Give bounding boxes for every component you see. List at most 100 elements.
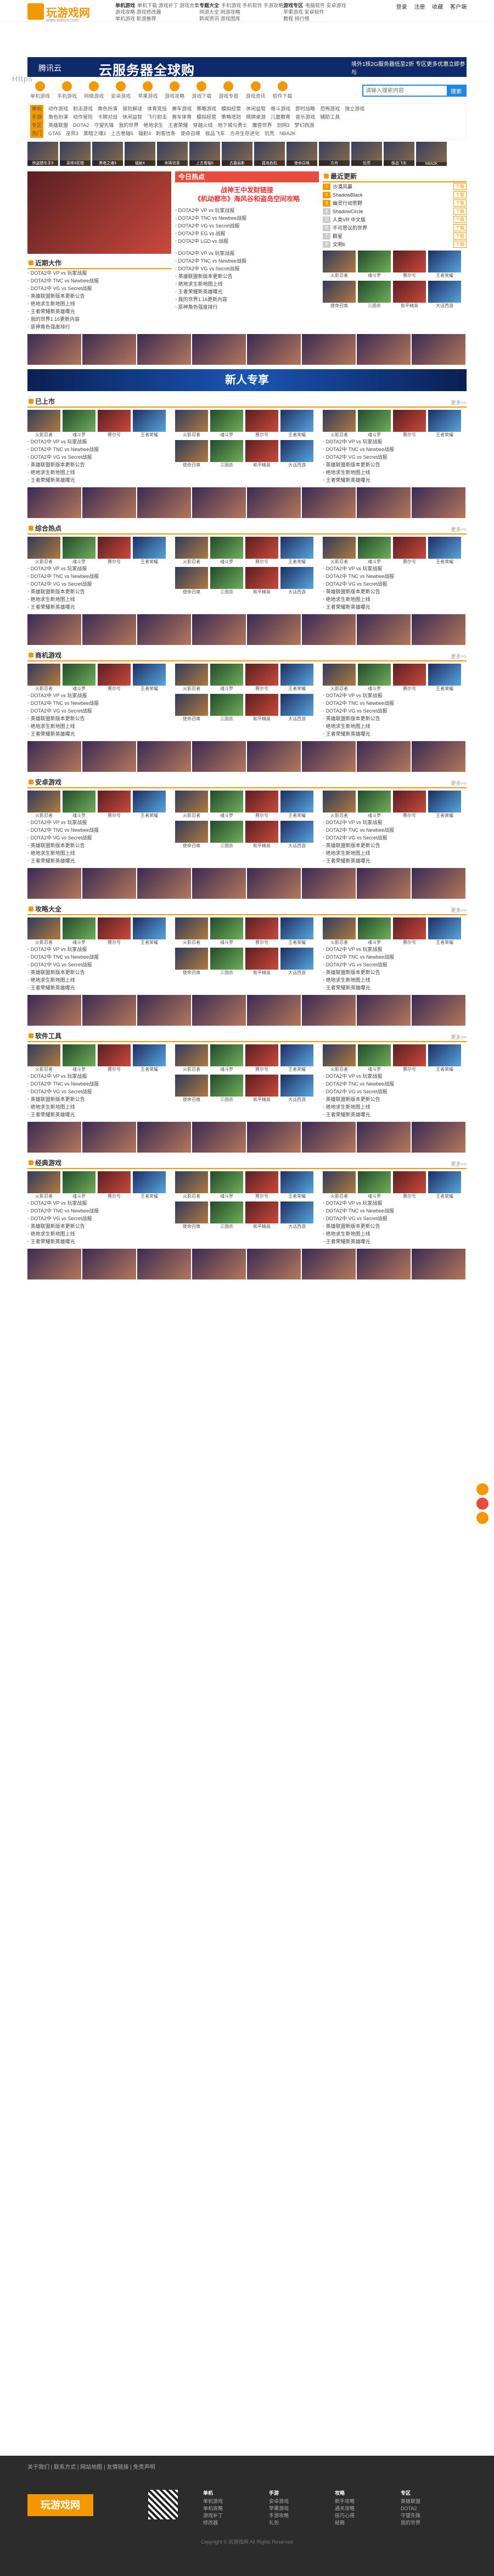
list-item[interactable]: DOTA2中 TNC vs Newbee战报 xyxy=(27,699,171,707)
category-link[interactable]: 英雄联盟 xyxy=(48,123,68,128)
category-link[interactable]: 独立游戏 xyxy=(345,106,364,112)
strip-image[interactable] xyxy=(192,1249,246,1279)
game-thumb[interactable]: 辐射4 xyxy=(125,142,155,166)
game-tile[interactable]: 王者荣耀 xyxy=(280,1044,313,1072)
game-tile[interactable]: 和平精英 xyxy=(245,1075,278,1103)
list-item[interactable]: DOTA2中 TNC vs Newbee战报 xyxy=(27,446,171,453)
game-tile[interactable]: 魂斗罗 xyxy=(358,664,391,692)
game-tile[interactable]: 魂斗罗 xyxy=(63,917,96,945)
category-link[interactable]: 赛车体育 xyxy=(172,114,192,120)
list-item[interactable]: 英雄联盟新版本更新公告 xyxy=(27,1095,171,1103)
icon-nav-item[interactable]: 单机游戏 xyxy=(27,81,53,99)
category-link[interactable]: 即时战略 xyxy=(295,106,315,112)
game-tile[interactable]: 赛尔号 xyxy=(245,410,278,438)
weibo-icon[interactable] xyxy=(476,1498,489,1510)
category-link[interactable]: 飞行射击 xyxy=(147,114,167,120)
list-item[interactable]: 绝地求生新地图上线 xyxy=(27,722,171,730)
list-item[interactable]: DOTA2中 VP vs 玩家战报 xyxy=(323,945,467,953)
game-tile[interactable]: 大话西游 xyxy=(280,1075,313,1103)
list-item[interactable]: DOTA2中 VG vs Secret战报 xyxy=(323,961,467,969)
list-item[interactable]: 王者荣耀新英雄曝光 xyxy=(27,857,171,865)
strip-image[interactable] xyxy=(27,868,81,899)
game-tile[interactable]: 火影忍者 xyxy=(175,537,208,565)
login-link[interactable]: 登录 xyxy=(396,4,407,10)
game-tile[interactable]: 魂斗罗 xyxy=(63,791,96,819)
list-item[interactable]: DOTA2中 VP vs 玩家战报 xyxy=(323,819,467,826)
category-link[interactable]: 刺客信条 xyxy=(156,131,176,136)
category-link[interactable]: 角色扮演 xyxy=(48,114,68,120)
list-item[interactable]: 英雄联盟新版本更新公告 xyxy=(27,461,171,469)
strip-image[interactable] xyxy=(247,614,301,645)
list-item[interactable]: DOTA2中 VG vs Secret战报 xyxy=(27,961,171,969)
list-item[interactable]: 英雄联盟新版本更新公告 xyxy=(323,588,467,596)
strip-image[interactable] xyxy=(412,487,465,518)
list-item[interactable]: DOTA2中 EG vs 战报 xyxy=(175,230,319,237)
strip-image[interactable] xyxy=(302,1249,356,1279)
game-tile[interactable]: 魂斗罗 xyxy=(210,537,243,565)
game-thumb[interactable]: 极品飞车 xyxy=(384,142,414,166)
more-link[interactable]: 更多>> xyxy=(451,1160,467,1167)
list-item[interactable]: DOTA2中 VG vs Secret战报 xyxy=(323,580,467,588)
ad-banner[interactable]: 腾讯云 云服务器全球购 境外1核2G服务器低至2折 专区更多优惠立即参与 xyxy=(27,57,467,78)
category-link[interactable]: 方舟生存进化 xyxy=(230,131,260,136)
game-tile[interactable]: 大话西游 xyxy=(280,567,313,595)
list-item[interactable]: DOTA2中 VP vs 玩家战报 xyxy=(27,438,171,446)
list-item[interactable]: 绝地求生新地图上线 xyxy=(323,1230,467,1238)
game-tile[interactable]: 魂斗罗 xyxy=(63,664,96,692)
list-item[interactable]: DOTA2中 TNC vs Newbee战报 xyxy=(323,1207,467,1215)
download-button[interactable]: 下载 xyxy=(453,224,467,231)
category-link[interactable]: 卡牌对战 xyxy=(98,114,117,120)
list-item[interactable]: 王者荣耀新英雄曝光 xyxy=(323,857,467,865)
top-nav-item[interactable]: 新闻资讯 游戏图库 xyxy=(199,16,240,21)
game-tile[interactable]: 火影忍者 xyxy=(323,1171,356,1199)
strip-image[interactable] xyxy=(247,1122,301,1153)
game-tile[interactable]: 和平精英 xyxy=(245,821,278,849)
game-tile[interactable]: 和平精英 xyxy=(245,1201,278,1229)
game-tile[interactable]: 王者荣耀 xyxy=(428,251,461,279)
footer-nav[interactable]: 关于我们 | 联系方式 | 网站地图 | 友情链接 | 免责声明 xyxy=(27,2462,155,2471)
game-tile[interactable]: 大话西游 xyxy=(280,1201,313,1229)
category-link[interactable]: 使命召唤 xyxy=(181,131,200,136)
game-tile[interactable]: 火影忍者 xyxy=(27,791,60,819)
strip-image[interactable] xyxy=(82,868,136,899)
category-link[interactable]: 射击游戏 xyxy=(73,106,93,112)
list-item[interactable]: DOTA2中 VG vs Secret战报 xyxy=(323,707,467,715)
list-item[interactable]: DOTA2中 TNC vs Newbee战报 xyxy=(323,1080,467,1088)
download-button[interactable]: 下载 xyxy=(453,216,467,223)
list-item[interactable]: 绝地求生新地图上线 xyxy=(323,596,467,603)
game-tile[interactable]: 王者荣耀 xyxy=(280,410,313,438)
strip-image[interactable] xyxy=(137,1122,191,1153)
category-link[interactable]: 魔兽世界 xyxy=(252,123,272,128)
strip-image[interactable] xyxy=(27,741,81,772)
game-tile[interactable]: 魂斗罗 xyxy=(210,1171,243,1199)
list-item[interactable]: DOTA2中 VP vs 玩家战报 xyxy=(27,1072,171,1080)
list-item[interactable]: DOTA2中 VG vs Secret战报 xyxy=(27,834,171,842)
top-nav-title[interactable]: 专题大全 xyxy=(199,3,219,8)
strip-image[interactable] xyxy=(412,614,465,645)
list-item[interactable]: 绝地求生新地图上线 xyxy=(27,1230,171,1238)
category-link[interactable]: 角色扮演 xyxy=(98,106,117,112)
strip-image[interactable] xyxy=(82,1122,136,1153)
game-thumb[interactable]: 方舟 xyxy=(319,142,350,166)
strip-image[interactable] xyxy=(357,741,411,772)
game-tile[interactable]: 魂斗罗 xyxy=(358,410,391,438)
game-thumb[interactable]: 刺客信条 xyxy=(157,142,188,166)
strip-image[interactable] xyxy=(82,487,136,518)
strip-image[interactable] xyxy=(82,1249,136,1279)
strip-image[interactable] xyxy=(247,741,301,772)
game-tile[interactable]: 王者荣耀 xyxy=(428,917,461,945)
game-tile[interactable]: 赛尔号 xyxy=(98,791,131,819)
more-link[interactable]: 更多>> xyxy=(451,1033,467,1041)
list-item[interactable]: DOTA2中 VG vs Secret战报 xyxy=(323,453,467,461)
list-item[interactable]: DOTA2中 VG vs Secret战报 xyxy=(27,453,171,461)
game-tile[interactable]: 魂斗罗 xyxy=(210,917,243,945)
game-tile[interactable]: 使命召唤 xyxy=(175,440,208,468)
game-tile[interactable]: 大话西游 xyxy=(280,694,313,722)
strip-image[interactable] xyxy=(247,1249,301,1279)
list-item[interactable]: 王者荣耀新英雄曝光 xyxy=(27,1111,171,1119)
category-link[interactable]: 辐射4 xyxy=(138,131,151,136)
list-item[interactable]: 绝地求生新地图上线 xyxy=(323,976,467,984)
icon-nav-item[interactable]: 手机游戏 xyxy=(54,81,80,99)
list-item[interactable]: 绝地求生新地图上线 xyxy=(323,849,467,857)
download-button[interactable]: 下载 xyxy=(453,199,467,207)
